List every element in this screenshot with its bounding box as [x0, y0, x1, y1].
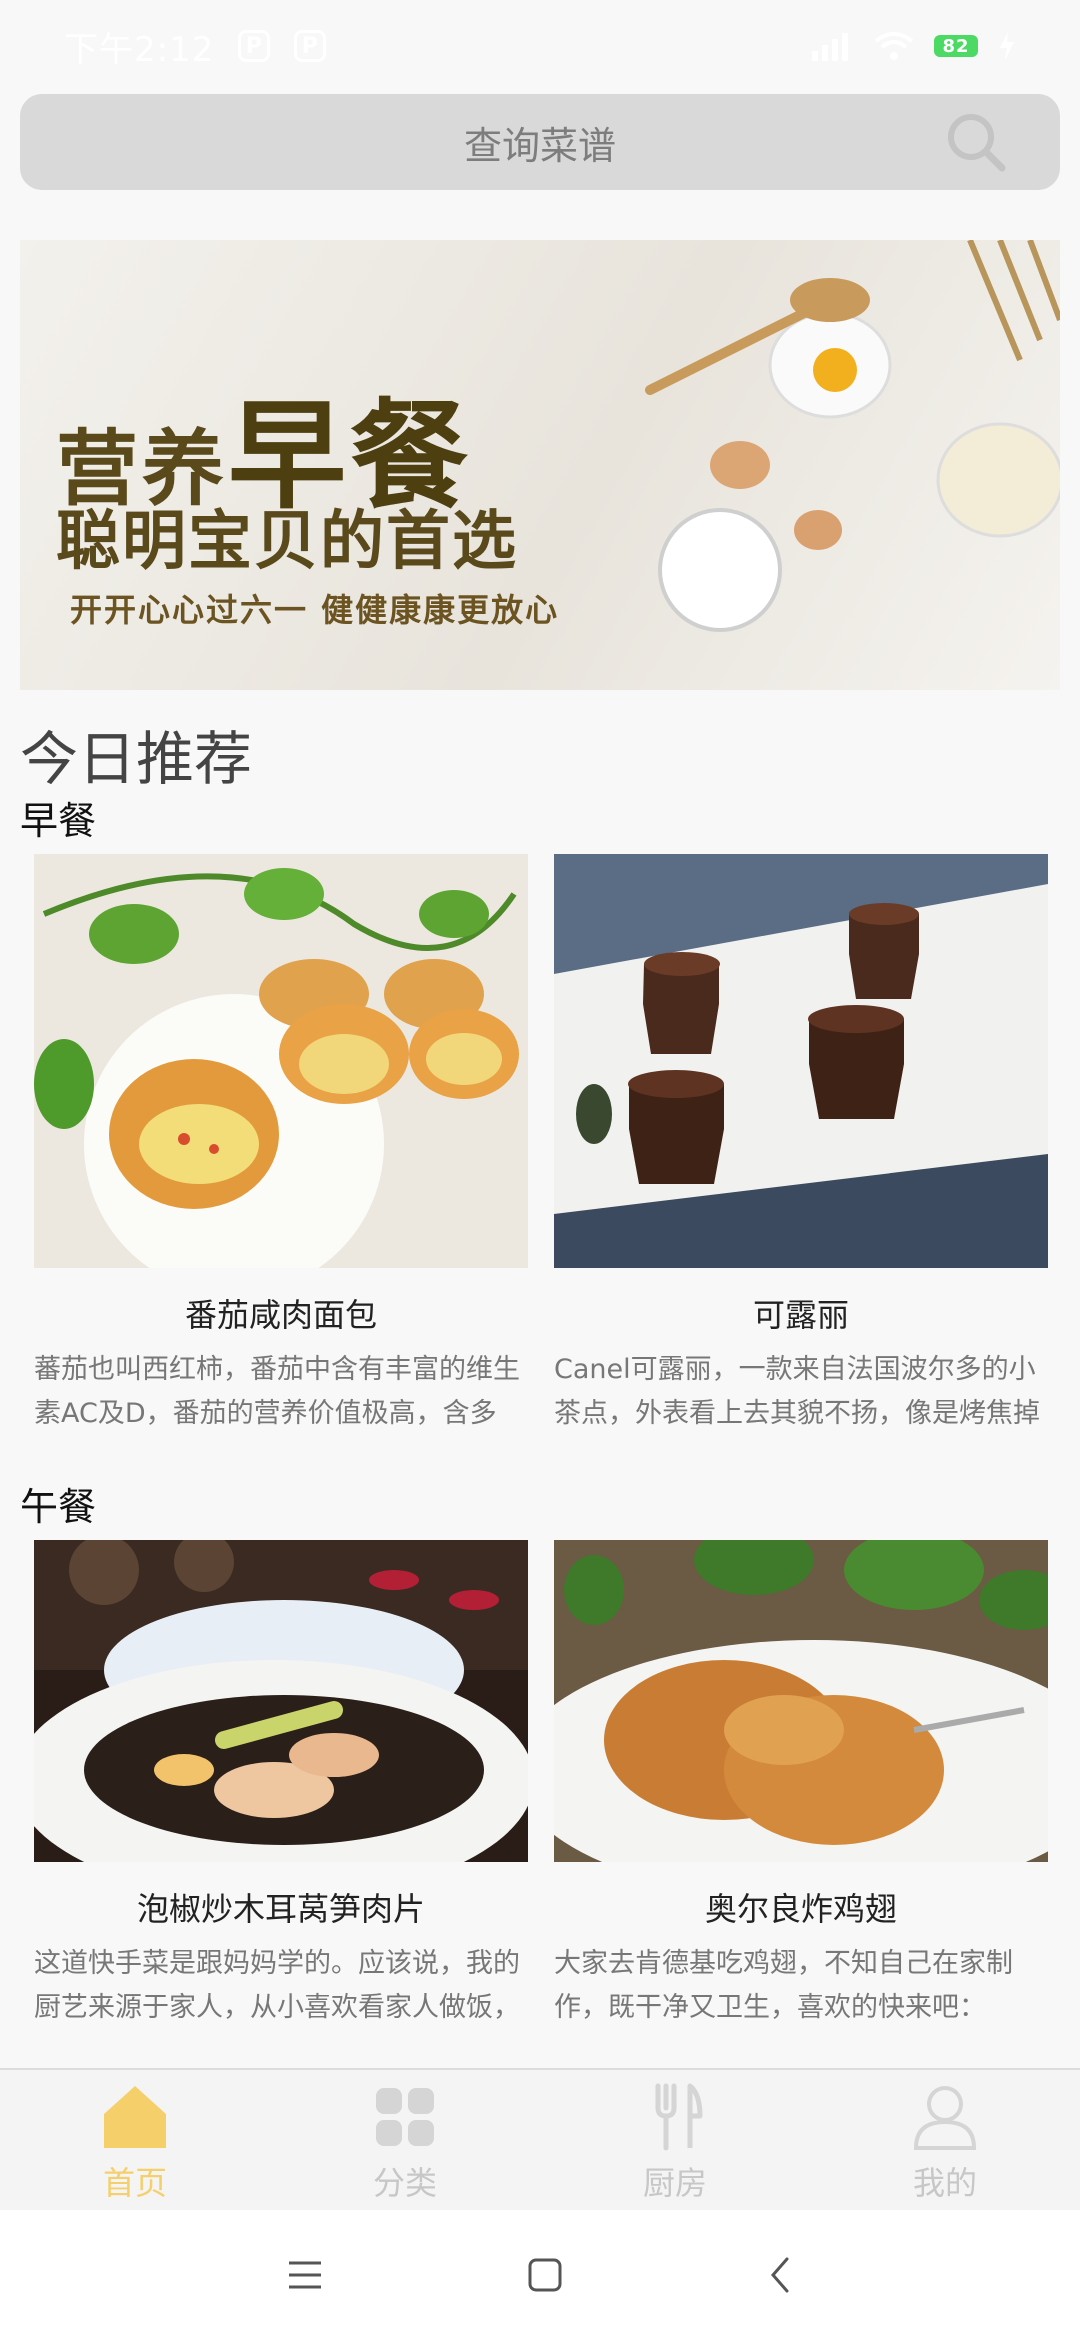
search-placeholder: 查询菜谱: [463, 123, 616, 168]
system-nav-bar: [0, 2210, 1080, 2340]
tab-label-categories: 分类: [372, 2164, 437, 2202]
status-bar: 下午2:12 P P 82: [0, 0, 1080, 92]
status-left: 下午2:12 P P: [64, 22, 327, 71]
recipe-description: Canel可露丽，一款来自法国波尔多的小茶点，外表看上去其貌不扬，像是烤焦掉: [554, 1354, 1040, 1429]
recipe-image[interactable]: [554, 1540, 1048, 1862]
charging-icon: [1000, 32, 1014, 60]
category-title-lunch: 午餐: [20, 1485, 97, 1529]
recipe-name: 可露丽: [752, 1296, 849, 1334]
recipe-description: 大家去肯德基吃鸡翅，不知自己在家制作，既干净又卫生，喜欢的快来吧：: [554, 1948, 1013, 2023]
promo-banner[interactable]: 营养早餐 聪明宝贝的首选 开开心心过六一 健健康康更放心: [20, 240, 1060, 690]
search-icon[interactable]: [944, 110, 1008, 174]
section-title: 今日推荐: [20, 725, 253, 793]
menu-icon[interactable]: [285, 2257, 325, 2293]
banner-subtitle: 开开心心过六一 健健康康更放心: [70, 591, 560, 629]
bottom-tab-bar: 首页 分类 厨房 我的: [0, 2068, 1080, 2212]
signal-icon: [812, 33, 848, 61]
category-title-breakfast: 早餐: [20, 799, 97, 843]
recipe-name: 泡椒炒木耳莴笋肉片: [136, 1890, 425, 1928]
tab-label-home: 首页: [102, 2164, 167, 2202]
recipe-image[interactable]: [34, 854, 528, 1268]
person-icon: [913, 2086, 977, 2150]
tab-label-profile: 我的: [912, 2164, 977, 2202]
tab-label-kitchen: 厨房: [642, 2164, 707, 2202]
recipe-card[interactable]: 可露丽 Canel可露丽，一款来自法国波尔多的小茶点，外表看上去其貌不扬，像是烤…: [554, 854, 1048, 1436]
recipe-description: 蕃茄也叫西红柿，番茄中含有丰富的维生素AC及D，番茄的营养价值极高，含多: [34, 1354, 520, 1429]
recipe-description: 这道快手菜是跟妈妈学的。应该说，我的厨艺来源于家人，从小喜欢看家人做饭，: [34, 1948, 520, 2023]
banner-title-line2: 聪明宝贝的首选: [56, 504, 518, 579]
parking-notification-icon: P: [238, 30, 271, 62]
tab-profile[interactable]: 我的: [810, 2070, 1080, 2212]
status-right: 82: [810, 31, 1016, 61]
recipe-card[interactable]: 番茄咸肉面包 蕃茄也叫西红柿，番茄中含有丰富的维生素AC及D，番茄的营养价值极高…: [34, 854, 528, 1436]
wifi-icon: [874, 32, 914, 60]
breakfast-banner-image: [645, 240, 1060, 632]
parking-notification-icon-2: P: [294, 30, 327, 62]
recipe-image[interactable]: [34, 1540, 528, 1862]
recipe-name: 奥尔良炸鸡翅: [704, 1890, 897, 1928]
back-icon[interactable]: [765, 2255, 795, 2295]
battery-indicator: 82: [934, 35, 978, 57]
tab-home[interactable]: 首页: [0, 2070, 270, 2212]
search-bar[interactable]: 查询菜谱: [20, 94, 1060, 190]
home-square-icon[interactable]: [525, 2255, 565, 2295]
home-icon: [104, 2086, 166, 2148]
grid-icon: [376, 2088, 434, 2146]
recipe-card[interactable]: 奥尔良炸鸡翅 大家去肯德基吃鸡翅，不知自己在家制作，既干净又卫生，喜欢的快来吧：: [554, 1540, 1048, 2030]
tab-categories[interactable]: 分类: [270, 2070, 540, 2212]
recipe-card[interactable]: 泡椒炒木耳莴笋肉片 这道快手菜是跟妈妈学的。应该说，我的厨艺来源于家人，从小喜欢…: [34, 1540, 528, 2030]
fork-knife-icon: [655, 2083, 703, 2151]
recipe-image[interactable]: [554, 854, 1048, 1268]
status-time: 下午2:12: [64, 29, 215, 70]
tab-kitchen[interactable]: 厨房: [540, 2070, 810, 2212]
recipe-name: 番茄咸肉面包: [184, 1296, 377, 1334]
